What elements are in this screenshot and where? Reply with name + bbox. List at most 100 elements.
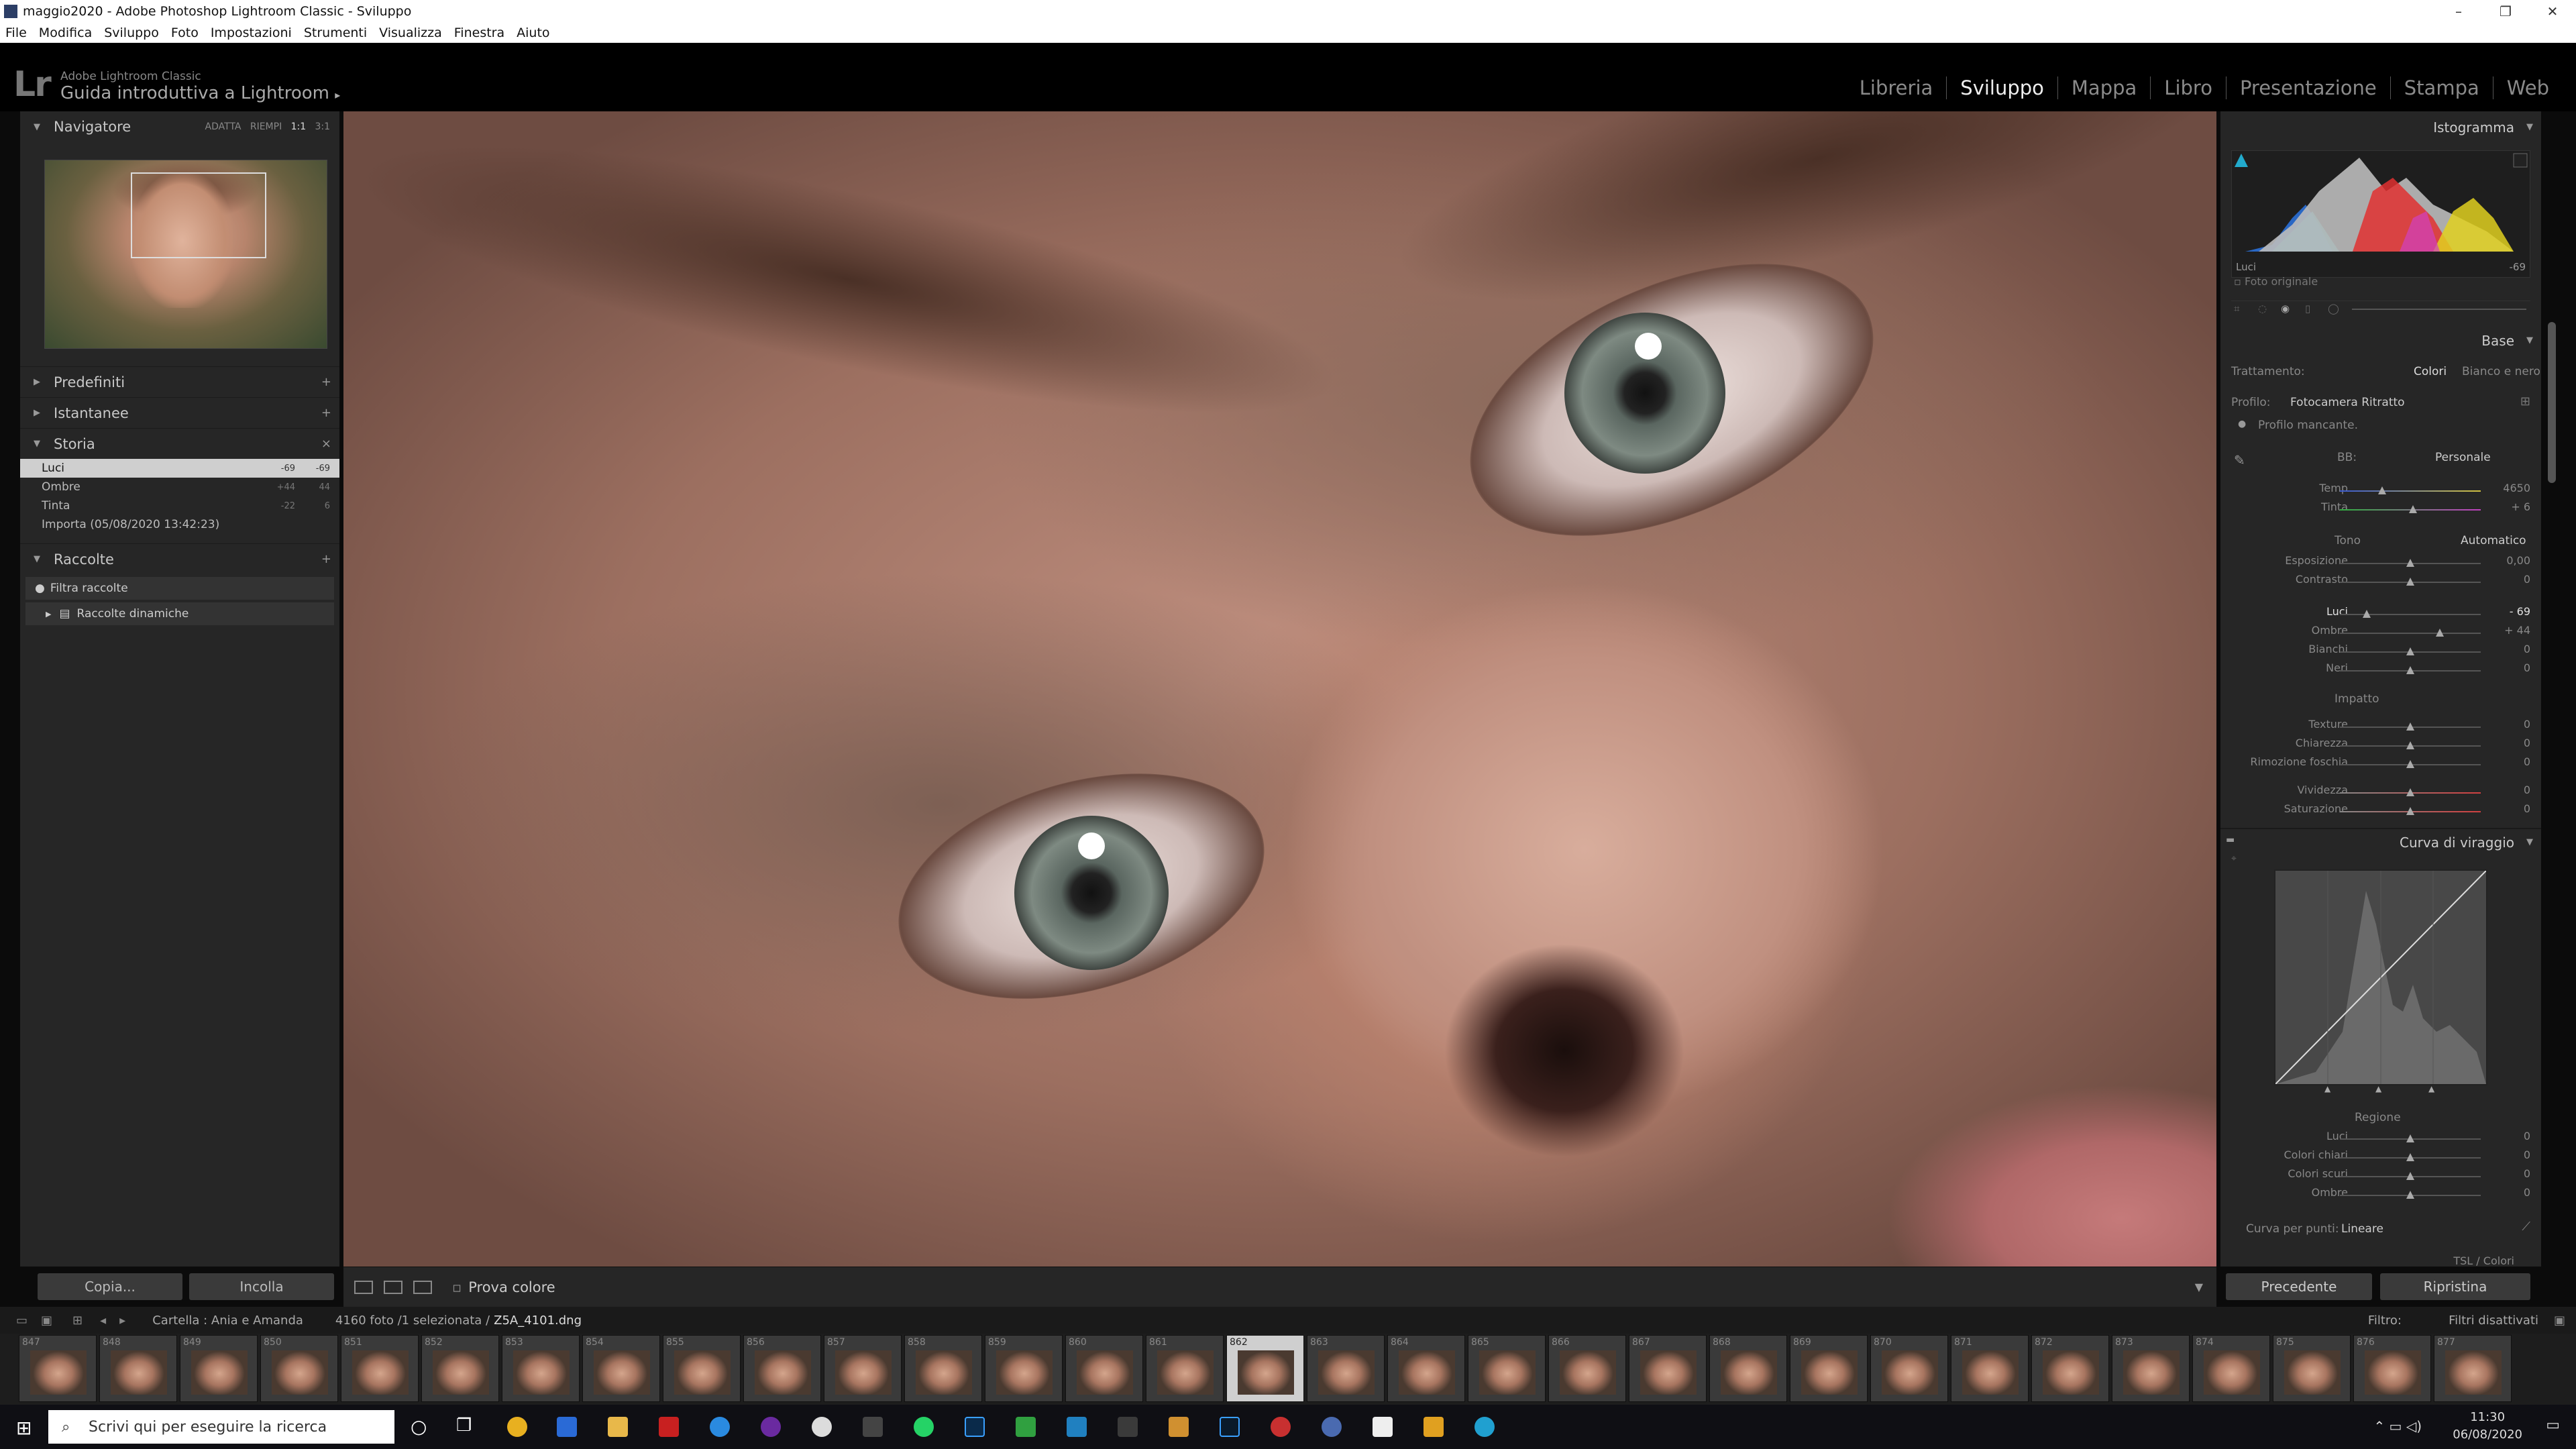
module-sviluppo[interactable]: Sviluppo (1947, 76, 2058, 99)
history-header[interactable]: ▼ Storia × (20, 428, 339, 459)
slider-value[interactable]: 0 (2524, 737, 2530, 749)
slider-value[interactable]: 0 (2524, 755, 2530, 768)
split-handle-3-icon[interactable]: ▲ (2428, 1084, 2434, 1093)
history-item[interactable]: Tinta -22 6 (20, 496, 339, 515)
source-folder[interactable]: Cartella : Ania e Amanda (152, 1313, 303, 1328)
menu-aiuto[interactable]: Aiuto (517, 25, 549, 40)
filmstrip-thumb[interactable]: 872 (2031, 1335, 2109, 1402)
slider-knob-icon[interactable] (2406, 1172, 2414, 1180)
module-presentazione[interactable]: Presentazione (2226, 76, 2391, 99)
profile-browser-grid-icon[interactable]: ⊞ (2520, 394, 2530, 409)
filmstrip-thumb[interactable]: 848 (99, 1335, 177, 1402)
task-view-icon[interactable]: ❐ (456, 1415, 472, 1436)
slider-saturazione[interactable]: Saturazione 0 (2220, 802, 2541, 821)
slider-value[interactable]: + 6 (2511, 500, 2530, 513)
filmstrip-thumb[interactable]: 870 (1870, 1335, 1948, 1402)
slider-chiarezza[interactable]: Chiarezza 0 (2220, 737, 2541, 755)
slider-track[interactable] (2340, 614, 2481, 615)
slider-track[interactable] (2340, 633, 2481, 634)
menu-foto[interactable]: Foto (171, 25, 199, 40)
filmstrip-thumb[interactable]: 865 (1468, 1335, 1546, 1402)
taskbar-search-input[interactable]: ⌕ Scrivi qui per eseguire la ricerca (48, 1410, 394, 1444)
filmstrip-thumb[interactable]: 851 (341, 1335, 419, 1402)
before-after-split-icon[interactable] (413, 1280, 432, 1294)
app-icon[interactable] (1067, 1417, 1087, 1437)
red-eye-icon[interactable]: ◉ (2281, 303, 2290, 315)
eyedropper-icon[interactable]: ✎ (2234, 452, 2245, 468)
filmstrip-thumb[interactable]: 871 (1951, 1335, 2029, 1402)
slider-texture[interactable]: Texture 0 (2220, 718, 2541, 737)
back-arrow-icon[interactable]: ◂ (100, 1313, 106, 1328)
graduated-filter-icon[interactable]: ▯ (2305, 303, 2310, 315)
filmstrip-thumb[interactable]: 855 (663, 1335, 741, 1402)
app-icon[interactable] (1169, 1417, 1189, 1437)
second-window-icon[interactable]: ▣ (41, 1313, 52, 1328)
app-icon[interactable] (863, 1417, 883, 1437)
slider-value[interactable]: 4650 (2503, 482, 2530, 494)
treatment-bw-button[interactable]: Bianco e nero (2462, 365, 2540, 378)
slider-value[interactable]: 0 (2524, 1186, 2530, 1199)
filmstrip-thumb[interactable]: 849 (180, 1335, 258, 1402)
filter-collections-input[interactable]: ● Filtra raccolte (25, 577, 334, 600)
slider-colori-scuri[interactable]: Colori scuri 0 (2220, 1167, 2541, 1186)
collapse-triangle-icon[interactable]: ▼ (2526, 122, 2533, 132)
radial-filter-icon[interactable]: ◯ (2328, 303, 2339, 315)
lightroom-taskbar-icon[interactable] (1220, 1417, 1240, 1437)
point-curve-dropdown[interactable]: Lineare (2341, 1222, 2383, 1236)
target-adjust-icon[interactable]: ⌖ (2231, 853, 2237, 864)
slider-value[interactable]: - 69 (2510, 605, 2530, 618)
collapse-triangle-icon[interactable]: ▼ (2526, 335, 2533, 345)
filmstrip-thumb[interactable]: 856 (743, 1335, 821, 1402)
filmstrip-thumb[interactable]: 860 (1065, 1335, 1143, 1402)
app-icon[interactable] (1424, 1417, 1444, 1437)
navigator-zoom-box[interactable] (131, 172, 266, 258)
slider-knob-icon[interactable] (2406, 578, 2414, 586)
cortana-icon[interactable]: ○ (411, 1415, 427, 1438)
before-after-icon[interactable] (384, 1280, 402, 1294)
slider-value[interactable]: 0 (2524, 802, 2530, 815)
app-icon[interactable] (1118, 1417, 1138, 1437)
module-libreria[interactable]: Libreria (1846, 76, 1947, 99)
add-collection-icon[interactable]: + (321, 552, 331, 566)
spot-removal-icon[interactable]: ◌ (2258, 303, 2267, 315)
slider-knob-icon[interactable] (2406, 760, 2414, 768)
filmstrip[interactable]: 847 848 849 850 851 852 853 854 855 856 857 858 859 8… (0, 1334, 2576, 1405)
menu-modifica[interactable]: Modifica (39, 25, 92, 40)
file-explorer-icon[interactable] (608, 1417, 628, 1437)
auto-tone-button[interactable]: Automatico (2461, 534, 2526, 547)
slider-value[interactable]: 0 (2524, 784, 2530, 796)
slider-vividezza[interactable]: Vividezza 0 (2220, 784, 2541, 802)
previous-button[interactable]: Precedente (2226, 1273, 2372, 1300)
zoom-adatta[interactable]: ADATTA (205, 121, 241, 132)
filmstrip-thumb[interactable]: 876 (2353, 1335, 2431, 1402)
slider-knob-icon[interactable] (2406, 647, 2414, 655)
filter-toggle-icon[interactable]: ▣ (2554, 1313, 2565, 1328)
filmstrip-thumb[interactable]: 874 (2192, 1335, 2270, 1402)
zoom-riempi[interactable]: RIEMPI (250, 121, 282, 132)
slider-value[interactable]: 0 (2524, 1167, 2530, 1180)
slider-value[interactable]: 0 (2524, 1130, 2530, 1142)
add-preset-icon[interactable]: + (321, 375, 331, 389)
zoom-1-1[interactable]: 1:1 (291, 121, 307, 132)
slider-value[interactable]: 0 (2524, 1148, 2530, 1161)
slider-value[interactable]: 0 (2524, 573, 2530, 586)
filmstrip-thumb[interactable]: 861 (1146, 1335, 1224, 1402)
chrome-icon[interactable] (507, 1417, 527, 1437)
slider-bianchi[interactable]: Bianchi 0 (2220, 643, 2541, 661)
slider-knob-icon[interactable] (2406, 722, 2414, 731)
whatsapp-icon[interactable] (914, 1417, 934, 1437)
slider-value[interactable]: 0 (2524, 643, 2530, 655)
filmstrip-thumb[interactable]: 854 (582, 1335, 660, 1402)
brush-slider[interactable] (2352, 309, 2526, 310)
filter-dropdown[interactable]: Filtri disattivati (2449, 1313, 2538, 1328)
slider-track[interactable] (2340, 490, 2481, 492)
original-photo-checkbox[interactable]: ▫ Foto originale (2234, 275, 2318, 288)
sync-icon[interactable] (1016, 1417, 1036, 1437)
collections-header[interactable]: ▼ Raccolte + (20, 543, 339, 574)
slider-contrasto[interactable]: Contrasto 0 (2220, 573, 2541, 592)
slider-knob-icon[interactable] (2406, 666, 2414, 674)
navigator-preview[interactable] (44, 160, 327, 349)
filmstrip-thumb[interactable]: 858 (904, 1335, 982, 1402)
split-handle-1-icon[interactable]: ▲ (2324, 1084, 2330, 1093)
soft-proofing-toggle[interactable]: ▫ Prova colore (452, 1279, 555, 1295)
